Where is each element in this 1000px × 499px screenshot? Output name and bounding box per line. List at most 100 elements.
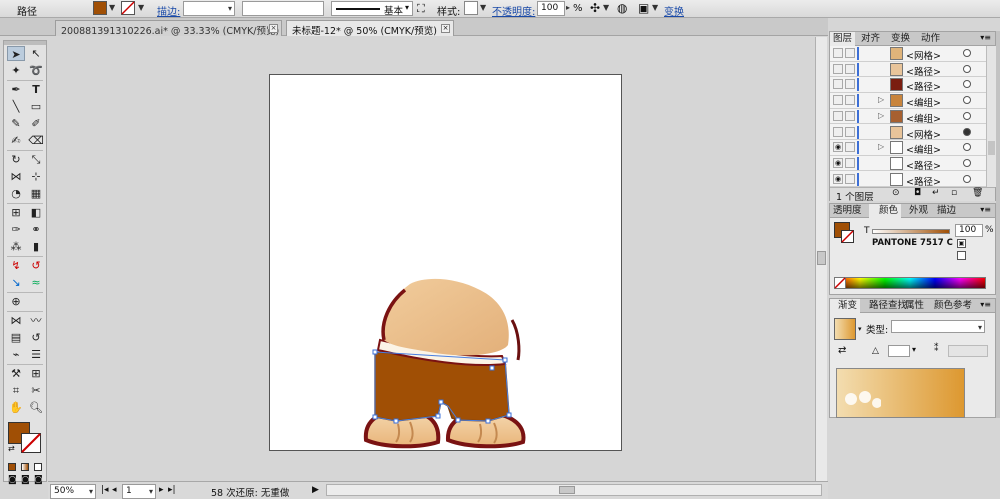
stroke-profile-dropdown[interactable]: 基本 ▾: [331, 1, 413, 17]
scrollbar-thumb[interactable]: [559, 486, 575, 494]
color-stroke-box[interactable]: [841, 230, 854, 243]
chart-line-tool-icon[interactable]: ⌁: [7, 347, 25, 362]
scrollbar-thumb[interactable]: [988, 141, 995, 155]
slice-tool-icon[interactable]: ≈: [27, 275, 45, 290]
clipping-mask-icon[interactable]: ◘: [914, 188, 921, 198]
brush-definition-icon[interactable]: ⛶: [417, 2, 425, 16]
target-circle-icon[interactable]: [963, 143, 971, 152]
lasso-tool-icon[interactable]: ➰: [27, 63, 45, 78]
target-circle-icon[interactable]: [963, 49, 971, 57]
tint-slider[interactable]: [872, 229, 950, 234]
zoom-field[interactable]: 50% ▾: [50, 484, 96, 499]
magic-wand-tool-icon[interactable]: ✦: [7, 63, 25, 78]
layer-row[interactable]: ◉ <路径>: [830, 172, 986, 187]
fill-dropdown-arrow[interactable]: ▼: [109, 3, 115, 12]
prev-artboard-icon[interactable]: ◂: [112, 485, 117, 495]
doc-tab-2[interactable]: 未标题-12* @ 50% (CMYK/预览) ×: [286, 20, 454, 36]
lock-toggle[interactable]: [845, 142, 855, 153]
lock-toggle[interactable]: [845, 95, 855, 106]
gradient-slider-preview[interactable]: [836, 368, 965, 418]
draw-inside-icon[interactable]: ◙: [34, 475, 43, 485]
panel-menu-icon[interactable]: ▾≡: [980, 33, 991, 42]
lock-toggle[interactable]: [845, 126, 855, 137]
graphic-style-swatch[interactable]: [464, 1, 478, 15]
opacity-link[interactable]: 不透明度:: [492, 3, 535, 18]
lock-toggle[interactable]: [845, 63, 855, 74]
lock-toggle[interactable]: [845, 79, 855, 90]
selection-tool-icon[interactable]: ➤: [7, 46, 25, 61]
layer-row[interactable]: ◉ <路径>: [830, 156, 986, 172]
scale-tool-icon[interactable]: ⤡: [27, 152, 45, 167]
variable-width-field[interactable]: [242, 1, 324, 16]
locate-object-icon[interactable]: ⊙: [892, 188, 900, 198]
globe-icon[interactable]: ◍: [617, 1, 627, 15]
paintbrush-tool-icon[interactable]: ✎: [7, 116, 25, 131]
tab-appearance[interactable]: 外观: [906, 204, 931, 218]
align-arrow[interactable]: ▼: [652, 3, 658, 12]
aspect-ratio-field[interactable]: [948, 345, 988, 357]
column-graph-tool-icon[interactable]: ▮: [27, 239, 45, 254]
none-mode-icon[interactable]: [34, 463, 42, 471]
artboard[interactable]: [269, 74, 622, 451]
stroke-color-box[interactable]: [21, 433, 41, 453]
layers-scrollbar[interactable]: [986, 46, 996, 187]
reverse-gradient-icon[interactable]: ⇄: [838, 345, 846, 356]
tab-attributes[interactable]: 属性: [902, 299, 927, 313]
layer-row[interactable]: <网格>: [830, 46, 986, 62]
trash-icon[interactable]: 🗑︎: [972, 188, 983, 198]
recolor-arrow[interactable]: ▼: [603, 3, 609, 12]
tab-color-guide[interactable]: 颜色参考: [931, 299, 975, 313]
graph-tool-icon[interactable]: ▤: [7, 330, 25, 345]
artboard-field[interactable]: 1 ▾: [122, 484, 156, 499]
tab-stroke[interactable]: 描边: [934, 204, 959, 218]
stroke-weight-field[interactable]: ▾: [183, 1, 235, 16]
crop-tool-icon[interactable]: ⌗: [7, 383, 25, 398]
stroke-link[interactable]: 描边:: [157, 3, 180, 18]
gradient-preview-swatch[interactable]: [834, 318, 856, 340]
new-layer-icon[interactable]: ▫: [951, 188, 957, 198]
layer-row[interactable]: <路径>: [830, 62, 986, 78]
layer-row[interactable]: <网格>: [830, 125, 986, 141]
visibility-eye-icon[interactable]: ◉: [833, 142, 843, 153]
tools-grip[interactable]: [4, 41, 46, 45]
target-circle-icon[interactable]: [963, 127, 971, 136]
eyedropper-tool-icon[interactable]: ✑: [7, 222, 25, 237]
layer-row[interactable]: ▷ <编组>: [830, 109, 986, 125]
visibility-eye-icon[interactable]: [833, 95, 843, 106]
tab-transparency[interactable]: 透明度: [830, 204, 865, 218]
visibility-eye-icon[interactable]: ◉: [833, 173, 843, 184]
layer-row[interactable]: ◉ ▷ <编组>: [830, 140, 986, 156]
angle-field[interactable]: [888, 345, 910, 357]
shape-builder-tool-icon[interactable]: ◔: [7, 186, 25, 201]
width-tool-icon[interactable]: ⋈: [7, 169, 25, 184]
visibility-eye-icon[interactable]: [833, 110, 843, 121]
direct-selection-tool-icon[interactable]: ↖: [27, 46, 45, 61]
knife-tool-icon[interactable]: ✂: [27, 383, 45, 398]
chevron-down-icon[interactable]: ▾: [912, 345, 916, 354]
lock-toggle[interactable]: [845, 110, 855, 121]
rotate-tool-icon[interactable]: ↻: [7, 152, 25, 167]
none-color-swatch[interactable]: [834, 277, 846, 289]
line-tool-icon[interactable]: ╲: [7, 99, 25, 114]
zoom-tool-icon[interactable]: 🔍︎: [27, 400, 45, 415]
target-circle-icon[interactable]: [963, 64, 971, 73]
tab-align[interactable]: 对齐: [858, 32, 883, 46]
opacity-field[interactable]: 100: [537, 1, 565, 16]
tab-transform[interactable]: 变换: [888, 32, 913, 46]
tab-actions[interactable]: 动作: [918, 32, 943, 46]
color-mode-icon[interactable]: [8, 463, 16, 471]
perspective-grid-tool-icon[interactable]: ▦: [27, 186, 45, 201]
draw-behind-icon[interactable]: ◙: [21, 475, 30, 485]
draw-normal-icon[interactable]: ◙: [8, 475, 17, 485]
color-spectrum[interactable]: [834, 277, 986, 289]
target-circle-icon[interactable]: [963, 80, 971, 89]
list-tool-icon[interactable]: ☰: [27, 347, 45, 362]
tab-gradient[interactable]: 渐变: [830, 299, 861, 313]
layer-row[interactable]: <路径>: [830, 77, 986, 93]
visibility-eye-icon[interactable]: ◉: [833, 157, 843, 168]
panel-menu-icon[interactable]: ▾≡: [980, 300, 991, 309]
status-menu-arrow[interactable]: ▶: [312, 485, 319, 495]
close-icon[interactable]: ×: [441, 24, 450, 33]
target-circle-icon[interactable]: [963, 158, 971, 167]
gradient-type-dropdown[interactable]: ▾: [891, 320, 985, 333]
